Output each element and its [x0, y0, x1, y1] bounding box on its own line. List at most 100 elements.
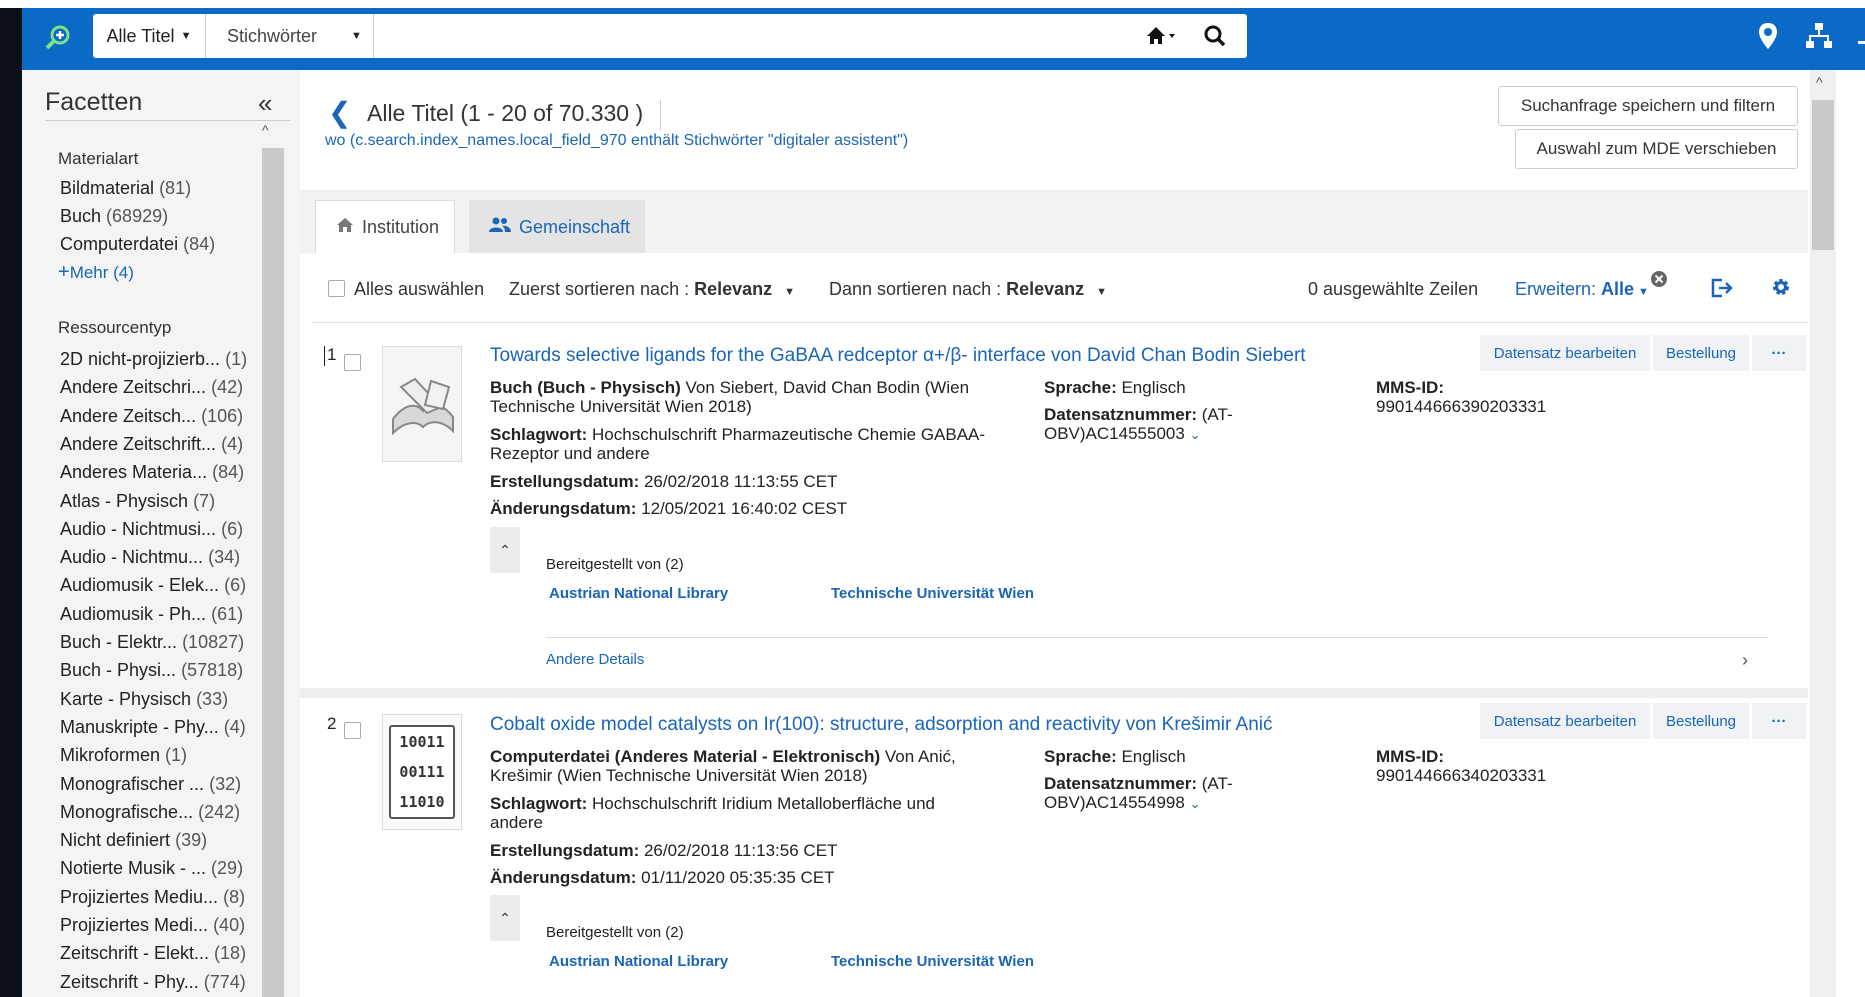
- mms-value: 990144666340203331: [1376, 766, 1547, 785]
- scope-label: Alle Titel: [106, 25, 175, 46]
- record-language: Sprache: Englisch: [1044, 747, 1186, 766]
- clear-expand-icon[interactable]: [1650, 270, 1668, 293]
- main-scrollbar-thumb[interactable]: [1812, 100, 1834, 250]
- facet-item[interactable]: Audiomusik - Ph... (61): [60, 604, 243, 625]
- edit-record-button[interactable]: Datensatz bearbeiten: [1480, 335, 1650, 371]
- facet-item[interactable]: Mikroformen (1): [60, 745, 187, 766]
- sort1-dropdown[interactable]: Zuerst sortieren nach : Relevanz ▼: [509, 279, 795, 300]
- record-title-link[interactable]: Cobalt oxide model catalysts on Ir(100):…: [490, 714, 1273, 736]
- library-link[interactable]: Austrian National Library: [549, 585, 728, 602]
- back-icon[interactable]: ❮: [328, 96, 351, 129]
- library-link[interactable]: Technische Universität Wien: [831, 953, 1034, 970]
- record-checkbox[interactable]: [344, 354, 361, 371]
- hierarchy-icon[interactable]: [1805, 22, 1833, 55]
- collapse-chevron-icon[interactable]: ⌃: [490, 895, 520, 941]
- created-value: 26/02/2018 11:13:56 CET: [639, 841, 838, 860]
- modified-label: Änderungsdatum:: [490, 868, 637, 887]
- facet-item[interactable]: Projiziertes Medi... (40): [60, 915, 245, 936]
- caret-down-icon: ▼: [351, 30, 362, 42]
- export-icon[interactable]: [1711, 278, 1733, 303]
- facet-item[interactable]: Buch (68929): [60, 206, 168, 227]
- library-link[interactable]: Technische Universität Wien: [831, 585, 1034, 602]
- collapse-chevron-icon[interactable]: ⌃: [490, 527, 520, 573]
- language-value: Englisch: [1116, 747, 1186, 766]
- select-all-checkbox[interactable]: [328, 280, 345, 297]
- facet-item[interactable]: Monografische... (242): [60, 802, 240, 823]
- more-actions-button[interactable]: ···: [1752, 703, 1806, 739]
- facet-more-link[interactable]: +Mehr (4): [58, 261, 134, 284]
- facet-count: (1): [225, 349, 248, 369]
- facet-item[interactable]: Zeitschrift - Elekt... (18): [60, 943, 246, 964]
- library-link[interactable]: Austrian National Library: [549, 953, 728, 970]
- facet-item[interactable]: Buch - Elektr... (10827): [60, 632, 244, 653]
- tab-institution[interactable]: Institution: [315, 200, 455, 254]
- location-icon[interactable]: [1758, 22, 1778, 55]
- settings-gear-icon[interactable]: [1771, 277, 1791, 302]
- app-search-icon[interactable]: [40, 20, 76, 56]
- save-search-button[interactable]: Suchanfrage speichern und filtern: [1498, 86, 1798, 126]
- sort2-prefix: Dann sortieren nach :: [829, 279, 1007, 299]
- sort1-prefix: Zuerst sortieren nach :: [509, 279, 695, 299]
- record-type-author: Buch (Buch - Physisch) Von Siebert, Davi…: [490, 378, 1010, 416]
- more-actions-button[interactable]: ···: [1752, 335, 1806, 371]
- facet-item[interactable]: Monografischer ... (32): [60, 774, 241, 795]
- record-publisher: Krešimir (Wien Technische Universität Wi…: [490, 766, 868, 785]
- facet-item[interactable]: Bildmaterial (81): [60, 178, 191, 199]
- facet-item[interactable]: Projiziertes Mediu... (8): [60, 887, 245, 908]
- record-language: Sprache: Englisch: [1044, 378, 1186, 397]
- facet-item[interactable]: Anderes Materia... (84): [60, 462, 244, 483]
- expand-prefix: Erweitern:: [1515, 279, 1602, 299]
- field-dropdown[interactable]: Stichwörter ▼: [207, 14, 374, 58]
- left-edge-strip: [0, 0, 22, 997]
- facet-count: (1): [165, 745, 188, 766]
- home-scope-icon[interactable]: [1145, 24, 1179, 54]
- record-mms: MMS-ID: 990144666390203331: [1376, 378, 1546, 416]
- record-title-link[interactable]: Towards selective ligands for the GaBAA …: [490, 345, 1306, 367]
- facet-item[interactable]: Andere Zeitsch... (106): [60, 406, 243, 427]
- facet-item[interactable]: Audio - Nichtmu... (34): [60, 547, 240, 568]
- facet-label: Buch - Physi...: [60, 660, 177, 681]
- collapse-facets-icon[interactable]: «: [258, 88, 272, 119]
- facet-item[interactable]: Audiomusik - Elek... (6): [60, 575, 246, 596]
- main-scroll-up-icon[interactable]: ^: [1816, 74, 1823, 90]
- record-thumbnail: 10011 00111 11010: [382, 714, 462, 830]
- facets-title: Facetten: [45, 88, 143, 116]
- facet-item[interactable]: Computerdatei (84): [60, 234, 215, 255]
- facet-item[interactable]: 2D nicht-projizierb... (1): [60, 349, 247, 370]
- facets-scroll-up-icon[interactable]: ^: [262, 122, 269, 138]
- tab-gemeinschaft[interactable]: Gemeinschaft: [469, 200, 645, 254]
- record-checkbox[interactable]: [344, 722, 361, 739]
- order-button[interactable]: Bestellung: [1653, 335, 1749, 371]
- title-separator: [660, 100, 661, 130]
- scope-dropdown[interactable]: Alle Titel ▼: [93, 14, 206, 58]
- page-title: Alle Titel (1 - 20 of 70.330 ): [367, 100, 644, 126]
- subject-label: Schlagwort:: [490, 794, 588, 813]
- record-number-field: Datensatznummer: (AT- OBV)AC14555003 ⌄: [1044, 405, 1284, 444]
- facet-label: Atlas - Physisch: [60, 490, 189, 511]
- other-details-link[interactable]: Andere Details: [546, 651, 644, 668]
- facet-item[interactable]: Notierte Musik - ... (29): [60, 858, 243, 879]
- sort2-dropdown[interactable]: Dann sortieren nach : Relevanz ▼: [829, 279, 1107, 300]
- facet-item[interactable]: Buch - Physi... (57818): [60, 660, 243, 681]
- language-label: Sprache:: [1044, 378, 1117, 397]
- search-icon[interactable]: [1203, 24, 1227, 53]
- facet-item[interactable]: Andere Zeitschrift... (4): [60, 434, 243, 455]
- facet-item[interactable]: Zeitschrift - Phy... (774): [60, 972, 246, 993]
- expand-down-icon[interactable]: ⌄: [1190, 796, 1201, 811]
- facet-item[interactable]: Manuskripte - Phy... (4): [60, 717, 246, 738]
- facet-item[interactable]: Karte - Physisch (33): [60, 689, 228, 710]
- expand-dropdown[interactable]: Erweitern: Alle ▼: [1515, 279, 1649, 300]
- order-button[interactable]: Bestellung: [1653, 703, 1749, 739]
- move-to-mde-button[interactable]: Auswahl zum MDE verschieben: [1515, 129, 1798, 169]
- user-icon[interactable]: [1852, 30, 1865, 46]
- expand-down-icon[interactable]: ⌄: [1190, 427, 1201, 442]
- facet-item[interactable]: Andere Zeitschri... (42): [60, 377, 243, 398]
- search-input[interactable]: [378, 18, 1142, 56]
- edit-record-button[interactable]: Datensatz bearbeiten: [1480, 703, 1650, 739]
- facet-item[interactable]: Audio - Nichtmusi... (6): [60, 519, 243, 540]
- facets-scrollbar[interactable]: [262, 148, 284, 997]
- facet-item[interactable]: Atlas - Physisch (7): [60, 491, 215, 512]
- chevron-right-icon[interactable]: ›: [1742, 650, 1748, 671]
- recno-value-cont: OBV)AC14555003: [1044, 424, 1185, 443]
- facet-item[interactable]: Nicht definiert (39): [60, 830, 207, 851]
